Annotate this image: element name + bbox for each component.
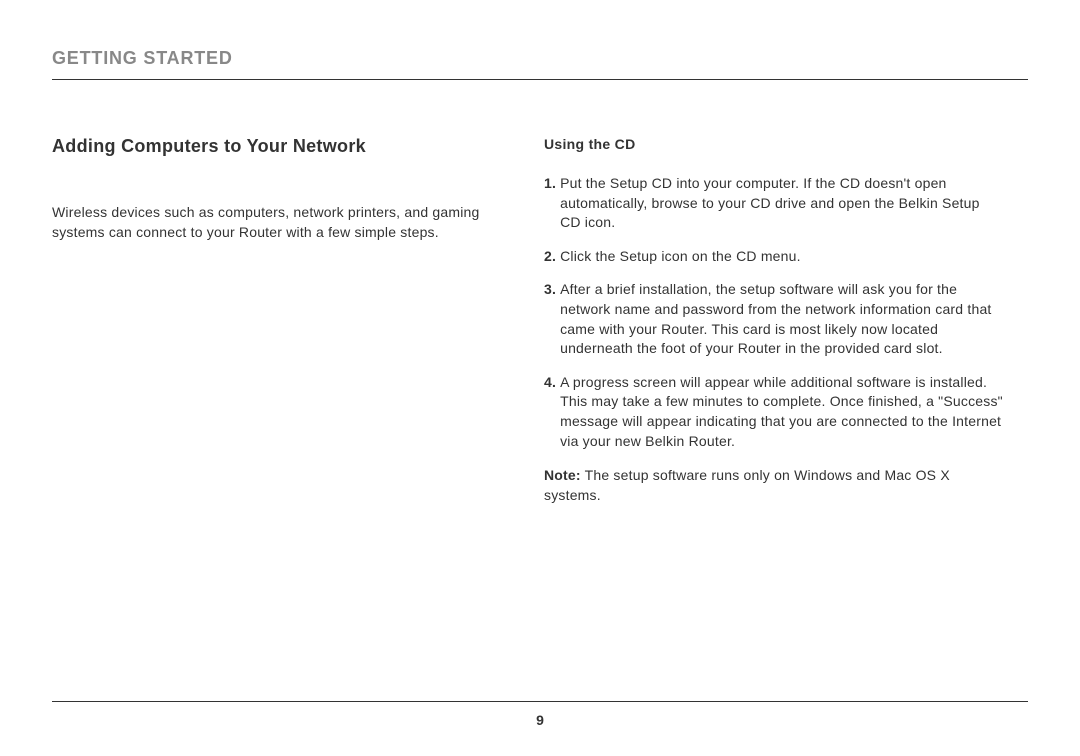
list-item: 2. Click the Setup icon on the CD menu.	[544, 247, 1004, 267]
list-item: 3. After a brief installation, the setup…	[544, 280, 1004, 358]
footer-area: 9	[52, 701, 1028, 728]
page-container: GETTING STARTED Adding Computers to Your…	[0, 0, 1080, 506]
list-text: Put the Setup CD into your computer. If …	[560, 174, 1004, 233]
list-text: After a brief installation, the setup so…	[560, 280, 1004, 358]
intro-text: Wireless devices such as computers, netw…	[52, 203, 502, 242]
list-number: 3.	[544, 280, 556, 358]
divider-top	[52, 79, 1028, 80]
column-left: Adding Computers to Your Network Wireles…	[52, 136, 502, 506]
chapter-title: GETTING STARTED	[52, 48, 1028, 69]
steps-list: 1. Put the Setup CD into your computer. …	[544, 174, 1004, 451]
list-number: 4.	[544, 373, 556, 451]
sub-heading: Using the CD	[544, 136, 1004, 152]
list-number: 1.	[544, 174, 556, 233]
list-item: 4. A progress screen will appear while a…	[544, 373, 1004, 451]
list-number: 2.	[544, 247, 556, 267]
page-number: 9	[52, 712, 1028, 728]
list-item: 1. Put the Setup CD into your computer. …	[544, 174, 1004, 233]
note-label: Note:	[544, 467, 581, 483]
divider-bottom	[52, 701, 1028, 702]
content-columns: Adding Computers to Your Network Wireles…	[52, 136, 1028, 506]
column-right: Using the CD 1. Put the Setup CD into yo…	[544, 136, 1004, 506]
list-text: Click the Setup icon on the CD menu.	[560, 247, 1004, 267]
list-text: A progress screen will appear while addi…	[560, 373, 1004, 451]
section-heading: Adding Computers to Your Network	[52, 136, 502, 157]
note-block: Note: The setup software runs only on Wi…	[544, 465, 1004, 506]
note-text: The setup software runs only on Windows …	[544, 467, 950, 503]
